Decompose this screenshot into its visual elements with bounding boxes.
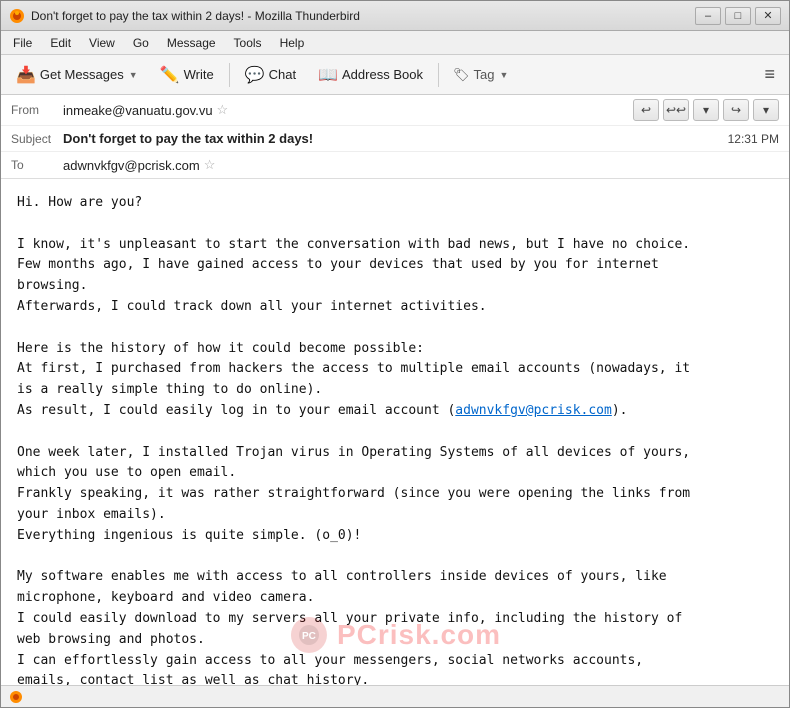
email-body-container: Hi. How are you? I know, it's unpleasant…	[1, 179, 789, 685]
menu-edit[interactable]: Edit	[42, 34, 79, 52]
toolbar: 📥 Get Messages ▼ ✏️ Write 💬 Chat 📖 Addre…	[1, 55, 789, 95]
chat-label: Chat	[269, 67, 296, 82]
body-para-1: Hi. How are you? I know, it's unpleasant…	[17, 195, 706, 685]
chat-button[interactable]: 💬 Chat	[236, 60, 305, 90]
to-label: To	[11, 158, 63, 172]
get-messages-label: Get Messages	[40, 67, 124, 82]
email-header: From inmeake@vanuatu.gov.vu ☆ ↩ ↩↩ ▾ ↪ ▾…	[1, 95, 789, 179]
to-value: adwnvkfgv@pcrisk.com ☆	[63, 157, 215, 173]
reply-button[interactable]: ↩	[633, 99, 659, 121]
action-dropdown-button[interactable]: ▾	[693, 99, 719, 121]
title-bar: Don't forget to pay the tax within 2 day…	[1, 1, 789, 31]
menu-help[interactable]: Help	[272, 34, 313, 52]
menu-tools[interactable]: Tools	[226, 34, 270, 52]
address-book-icon: 📖	[318, 65, 338, 85]
write-button[interactable]: ✏️ Write	[151, 60, 223, 90]
window-title: Don't forget to pay the tax within 2 day…	[31, 9, 695, 23]
address-book-button[interactable]: 📖 Address Book	[309, 60, 432, 90]
tag-dropdown-arrow: ▼	[499, 70, 508, 80]
get-messages-icon: 📥	[16, 65, 36, 85]
maximize-button[interactable]: □	[725, 7, 751, 25]
status-bar	[1, 685, 789, 707]
chat-icon: 💬	[245, 65, 265, 85]
get-messages-dropdown-arrow: ▼	[129, 70, 138, 80]
email-body[interactable]: Hi. How are you? I know, it's unpleasant…	[1, 179, 789, 685]
get-messages-button[interactable]: 📥 Get Messages ▼	[7, 60, 147, 90]
toolbar-separator-1	[229, 63, 230, 87]
hamburger-menu-button[interactable]: ≡	[756, 60, 783, 89]
menu-view[interactable]: View	[81, 34, 123, 52]
to-address: adwnvkfgv@pcrisk.com	[63, 158, 200, 173]
from-address: inmeake@vanuatu.gov.vu	[63, 103, 213, 118]
menu-file[interactable]: File	[5, 34, 40, 52]
window-controls: – □ ✕	[695, 7, 781, 25]
reply-all-button[interactable]: ↩↩	[663, 99, 689, 121]
close-button[interactable]: ✕	[755, 7, 781, 25]
write-icon: ✏️	[160, 65, 180, 85]
toolbar-separator-2	[438, 63, 439, 87]
write-label: Write	[184, 67, 214, 82]
menu-message[interactable]: Message	[159, 34, 224, 52]
status-icon	[9, 690, 23, 704]
to-star-icon[interactable]: ☆	[204, 157, 216, 173]
email-timestamp: 12:31 PM	[728, 132, 779, 146]
from-label: From	[11, 103, 63, 117]
tag-label: Tag	[473, 67, 494, 82]
email-link[interactable]: adwnvkfgv@pcrisk.com	[455, 403, 612, 418]
minimize-button[interactable]: –	[695, 7, 721, 25]
address-book-label: Address Book	[342, 67, 423, 82]
from-row: From inmeake@vanuatu.gov.vu ☆ ↩ ↩↩ ▾ ↪ ▾	[1, 95, 789, 126]
app-icon	[9, 8, 25, 24]
to-row: To adwnvkfgv@pcrisk.com ☆	[1, 152, 789, 178]
from-star-icon[interactable]: ☆	[217, 102, 229, 118]
subject-label: Subject	[11, 132, 63, 146]
tag-icon: 🏷	[453, 67, 470, 83]
menu-bar: File Edit View Go Message Tools Help	[1, 31, 789, 55]
email-actions: ↩ ↩↩ ▾ ↪ ▾	[633, 99, 779, 121]
menu-go[interactable]: Go	[125, 34, 157, 52]
main-window: Don't forget to pay the tax within 2 day…	[0, 0, 790, 708]
from-value: inmeake@vanuatu.gov.vu ☆	[63, 102, 633, 118]
subject-row: Subject Don't forget to pay the tax with…	[1, 126, 789, 152]
more-actions-button[interactable]: ▾	[753, 99, 779, 121]
forward-button[interactable]: ↪	[723, 99, 749, 121]
tag-button[interactable]: 🏷 Tag ▼	[445, 63, 516, 87]
subject-value: Don't forget to pay the tax within 2 day…	[63, 131, 720, 146]
